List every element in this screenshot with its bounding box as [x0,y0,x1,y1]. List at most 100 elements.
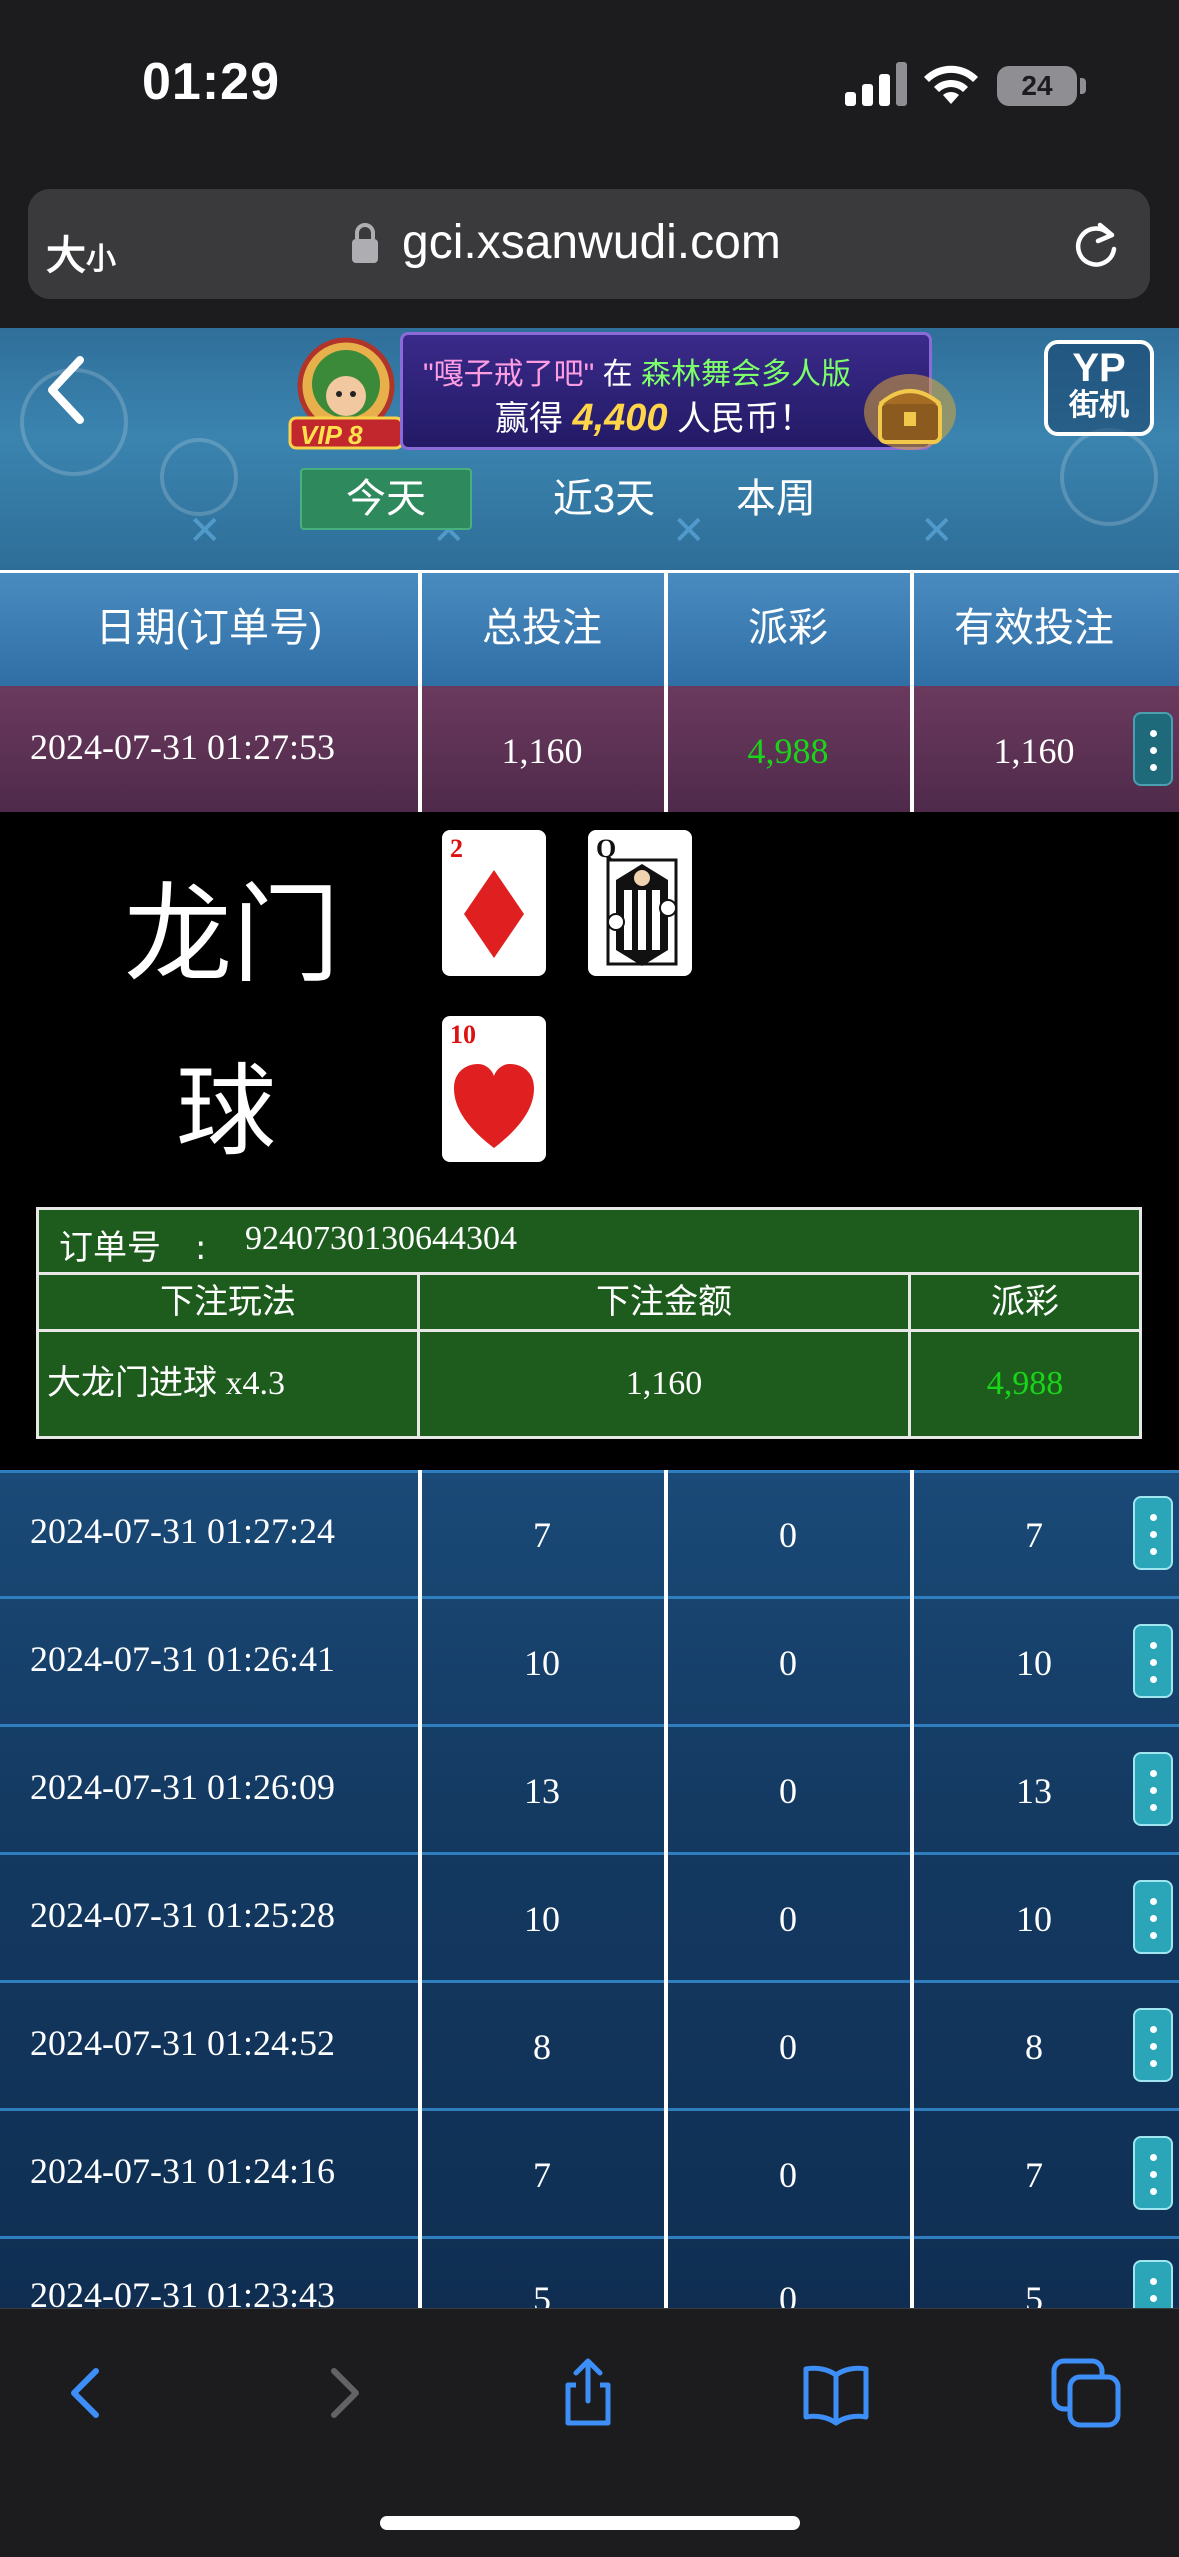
heart-icon [454,1064,534,1148]
col-header-payout: 派彩 [748,606,828,650]
row-total-bet: 5 [533,2279,551,2308]
url-field[interactable]: 大小 gci.xsanwudi.com [28,189,1150,299]
more-icon[interactable] [1133,1624,1173,1698]
game-header: ✕ ✕ ✕ ✕ VIP 8 "嘎子戒了吧" 在 森林舞会多人版 赢得 4,400… [0,328,1179,570]
col-divider [418,686,422,812]
row-valid-bet: 8 [1025,2027,1043,2067]
row-date: 2024-07-31 01:25:28 [30,1895,335,1935]
period-tabs: 今天 近3天 本周 [300,468,860,530]
table-row[interactable]: 2024-07-31 01:23:43 5 0 5 [0,2238,1179,2308]
banner-in: 在 [594,358,641,391]
bet-record-list: 2024-07-31 01:27:24 7 0 7 2024-07-31 01:… [0,1470,1179,2308]
tab-3-days[interactable]: 近3天 [518,468,690,530]
row-total-bet: 10 [524,1899,560,1939]
wifi-icon [924,65,978,104]
detail-header-play: 下注玩法 [39,1272,417,1332]
row-valid-bet: 7 [1025,2155,1043,2195]
vip-level: VIP 8 [300,420,363,450]
row-total-bet: 8 [533,2027,551,2067]
table-row[interactable]: 2024-07-31 01:27:24 7 0 7 [0,1470,1179,1598]
chest-icon [864,374,956,450]
banner-currency: 人民币 [667,400,779,438]
header-top-border [0,570,1179,573]
col-header-valid-bet: 有效投注 [954,606,1114,650]
card-rank: 2 [450,834,463,863]
card-ball: 10 [442,1016,546,1162]
more-icon[interactable] [1133,2260,1173,2308]
row-date: 2024-07-31 01:26:09 [30,1767,335,1807]
more-icon[interactable] [1133,712,1173,786]
battery-icon: 24 [997,66,1077,106]
row-payout: 0 [779,1771,797,1811]
home-indicator[interactable] [380,2516,800,2530]
table-row[interactable]: 2024-07-31 01:26:09 13 0 13 [0,1726,1179,1854]
table-row[interactable]: 2024-07-31 01:24:52 8 0 8 [0,1982,1179,2110]
table-row-expanded[interactable]: 2024-07-31 01:27:53 1,160 4,988 1,160 [0,686,1179,812]
row-payout: 0 [779,1643,797,1683]
bookmarks-icon[interactable] [800,2357,872,2429]
share-icon[interactable] [552,2357,624,2429]
detail-header-amount: 下注金额 [420,1272,908,1332]
col-divider [664,686,668,812]
table-row[interactable]: 2024-07-31 01:26:41 10 0 10 [0,1598,1179,1726]
text-size-small: 小 [86,243,116,276]
text-size-button[interactable]: 大小 [46,223,116,281]
card-gate-left: 2 [442,830,546,976]
lock-icon [352,223,378,263]
tab-today[interactable]: 今天 [300,468,472,530]
more-icon[interactable] [1133,2136,1173,2210]
row-date: 2024-07-31 01:24:52 [30,2023,335,2063]
tab-this-week[interactable]: 本周 [690,468,862,530]
row-date: 2024-07-31 01:26:41 [30,1639,335,1679]
yp-logo[interactable]: YP 街机 [1044,340,1154,436]
table-row[interactable]: 2024-07-31 01:25:28 10 0 10 [0,1854,1179,1982]
bg-decoration: ✕ [188,509,222,553]
row-date: 2024-07-31 01:27:24 [30,1511,335,1551]
more-icon[interactable] [1133,1880,1173,1954]
row-valid-bet: 7 [1025,1515,1043,1555]
card-gate-right: Q [588,830,692,976]
col-divider [910,686,914,812]
back-icon[interactable] [52,2357,124,2429]
banner-game: 森林舞会多人版 [640,358,851,391]
tabs-icon[interactable] [1050,2357,1122,2429]
queen-face-icon [606,858,678,966]
row-valid-bet: 10 [1016,1899,1052,1939]
ball-label: 球 [176,1053,276,1170]
forward-icon[interactable] [306,2357,378,2429]
row-payout: 0 [779,2155,797,2195]
more-icon[interactable] [1133,2008,1173,2082]
diamond-icon [464,870,524,958]
back-icon[interactable] [38,350,98,430]
table-row[interactable]: 2024-07-31 01:24:16 7 0 7 [0,2110,1179,2238]
card-rank: 10 [450,1020,476,1049]
col-divider [418,570,422,686]
banner-user: "嘎子戒了吧" [423,358,595,391]
banner-end: ！ [779,400,813,438]
bg-decoration [1060,428,1158,526]
more-icon[interactable] [1133,1752,1173,1826]
status-time: 01:29 [142,53,280,111]
col-divider [910,1470,914,2308]
col-divider [664,1470,668,2308]
col-divider [910,570,914,686]
row-payout: 0 [779,2279,797,2308]
banner-won: 赢得 [495,400,573,438]
row-total-bet: 7 [533,2155,551,2195]
signal-icon [845,62,907,106]
order-number-row: 订单号 : 9240730130644304 [39,1210,1139,1275]
reload-icon[interactable] [1070,219,1122,271]
banner-amount: 4,400 [572,397,668,439]
row-total-bet: 1,160 [501,731,583,771]
col-header-date: 日期(订单号) [95,606,323,650]
row-payout: 0 [779,1899,797,1939]
row-payout: 0 [779,1515,797,1555]
battery-tip [1080,78,1086,94]
detail-amount: 1,160 [625,1365,703,1402]
detail-play: 大龙门进球 x4.3 [47,1365,285,1402]
more-icon[interactable] [1133,1496,1173,1570]
row-valid-bet: 13 [1016,1771,1052,1811]
dragon-gate-label: 龙门 [124,873,341,998]
row-date: 2024-07-31 01:27:53 [30,727,335,767]
bg-decoration [160,438,238,516]
